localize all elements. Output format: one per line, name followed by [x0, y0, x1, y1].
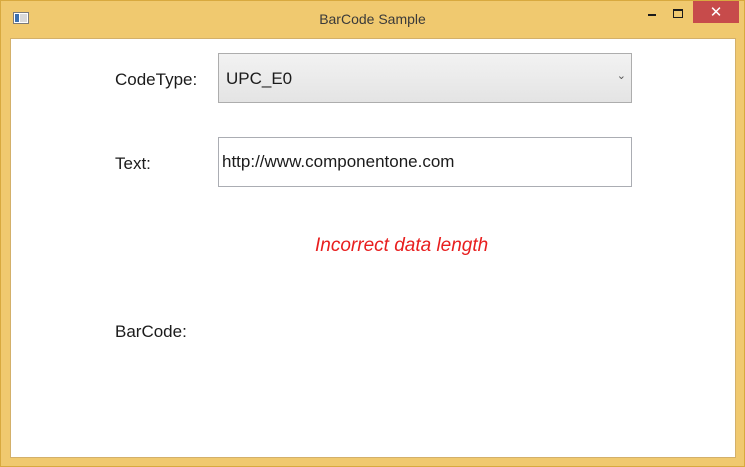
chevron-down-icon: ⌄	[616, 69, 626, 82]
codetype-dropdown[interactable]: UPC_E0 ⌄	[218, 53, 632, 103]
window-title: BarCode Sample	[319, 11, 426, 27]
codetype-label: CodeType:	[115, 70, 198, 89]
title-bar[interactable]: BarCode Sample ✕	[1, 1, 744, 37]
client-area: CodeType: UPC_E0 ⌄ Text: Incorrect data …	[10, 38, 736, 458]
minimize-button[interactable]	[639, 1, 665, 25]
error-message: Incorrect data length	[315, 235, 489, 256]
app-window: BarCode Sample ✕ CodeType: UPC_E0 ⌄ Text…	[0, 0, 745, 467]
codetype-selected-value: UPC_E0	[226, 69, 293, 88]
barcode-label: BarCode:	[115, 322, 187, 341]
minimize-icon	[648, 14, 656, 16]
text-input[interactable]	[218, 137, 632, 187]
close-button[interactable]: ✕	[693, 1, 739, 23]
maximize-button[interactable]	[665, 1, 691, 25]
close-icon: ✕	[709, 3, 723, 21]
maximize-icon	[673, 8, 683, 18]
text-label: Text:	[115, 154, 151, 173]
